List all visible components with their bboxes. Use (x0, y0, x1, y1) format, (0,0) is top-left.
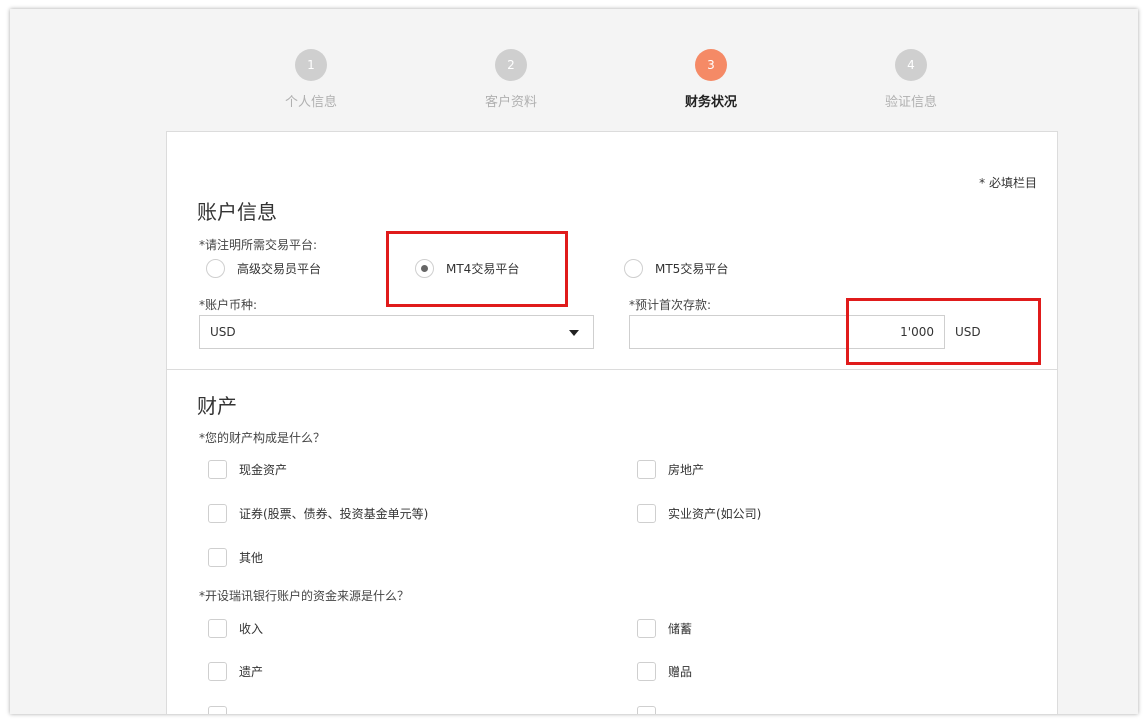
step-number: 4 (895, 49, 927, 81)
step-number: 2 (495, 49, 527, 81)
checkbox[interactable] (208, 662, 227, 681)
checkbox-inheritance[interactable]: 遗产 (208, 662, 263, 681)
checkbox[interactable] (208, 548, 227, 567)
checkbox-partial[interactable] (637, 706, 656, 714)
form-card: * 必填栏目 账户信息 *请注明所需交易平台: 高级交易员平台 MT4交易平台 … (166, 131, 1058, 714)
step-number: 3 (695, 49, 727, 81)
step-label: 个人信息 (284, 95, 337, 110)
checkbox-securities[interactable]: 证券(股票、债券、投资基金单元等) (208, 504, 428, 523)
checkbox[interactable] (208, 504, 227, 523)
chevron-down-icon (569, 330, 579, 336)
checkbox-label: 收入 (239, 622, 264, 636)
asset-composition-question: *您的财产构成是什么？ (199, 431, 326, 445)
fund-source-question: *开设瑞讯银行账户的资金来源是什么？ (199, 589, 410, 603)
currency-select[interactable]: USD (199, 315, 594, 349)
required-note: * 必填栏目 (979, 176, 1037, 190)
checkbox-business-assets[interactable]: 实业资产(如公司) (637, 504, 761, 523)
checkbox-label: 遗产 (239, 665, 264, 679)
checkbox[interactable] (208, 460, 227, 479)
checkbox[interactable] (637, 706, 656, 714)
checkbox[interactable] (208, 706, 227, 714)
radio-label: 高级交易员平台 (237, 262, 322, 276)
section-divider (167, 369, 1057, 370)
checkbox[interactable] (208, 619, 227, 638)
step-verification[interactable]: 4 验证信息 (851, 49, 971, 110)
checkbox-real-estate[interactable]: 房地产 (637, 460, 704, 479)
step-label: 验证信息 (884, 95, 937, 110)
highlight-box-mt4 (386, 231, 568, 307)
checkbox[interactable] (637, 662, 656, 681)
step-customer-info[interactable]: 2 客户资料 (451, 49, 571, 110)
checkbox-partial[interactable] (208, 706, 227, 714)
radio-option-advanced-trader[interactable]: 高级交易员平台 (206, 259, 321, 278)
radio-label: MT5交易平台 (655, 262, 729, 276)
checkbox-label: 其他 (239, 551, 264, 565)
checkbox-income[interactable]: 收入 (208, 619, 263, 638)
currency-select-value: USD (210, 325, 236, 339)
step-label: 客户资料 (484, 95, 537, 110)
checkbox-label: 房地产 (668, 463, 705, 477)
checkbox[interactable] (637, 504, 656, 523)
checkbox-cash-assets[interactable]: 现金资产 (208, 460, 287, 479)
account-section-title: 账户信息 (197, 200, 277, 224)
checkbox-label: 现金资产 (239, 463, 288, 477)
step-label: 财务状况 (684, 95, 737, 110)
page-background: 1 个人信息 2 客户资料 3 财务状况 4 验证信息 * 必填栏目 账户信息 … (10, 9, 1138, 714)
assets-section-title: 财产 (197, 394, 237, 418)
checkbox[interactable] (637, 460, 656, 479)
radio-button[interactable] (624, 259, 643, 278)
checkbox-savings[interactable]: 储蓄 (637, 619, 692, 638)
step-personal-info[interactable]: 1 个人信息 (251, 49, 371, 110)
checkbox-label: 实业资产(如公司) (668, 507, 762, 521)
checkbox-other[interactable]: 其他 (208, 548, 263, 567)
radio-button[interactable] (206, 259, 225, 278)
checkbox[interactable] (637, 619, 656, 638)
platform-label: *请注明所需交易平台: (199, 238, 318, 252)
highlight-box-deposit (846, 298, 1041, 365)
checkbox-label: 储蓄 (668, 622, 693, 636)
step-number: 1 (295, 49, 327, 81)
checkbox-gift[interactable]: 赠品 (637, 662, 692, 681)
checkbox-label: 赠品 (668, 665, 693, 679)
currency-label: *账户币种: (199, 298, 258, 312)
deposit-label: *预计首次存款: (629, 298, 712, 312)
step-financial-status[interactable]: 3 财务状况 (651, 49, 771, 110)
radio-option-mt5[interactable]: MT5交易平台 (624, 259, 728, 278)
checkbox-label: 证券(股票、债券、投资基金单元等) (239, 507, 429, 521)
